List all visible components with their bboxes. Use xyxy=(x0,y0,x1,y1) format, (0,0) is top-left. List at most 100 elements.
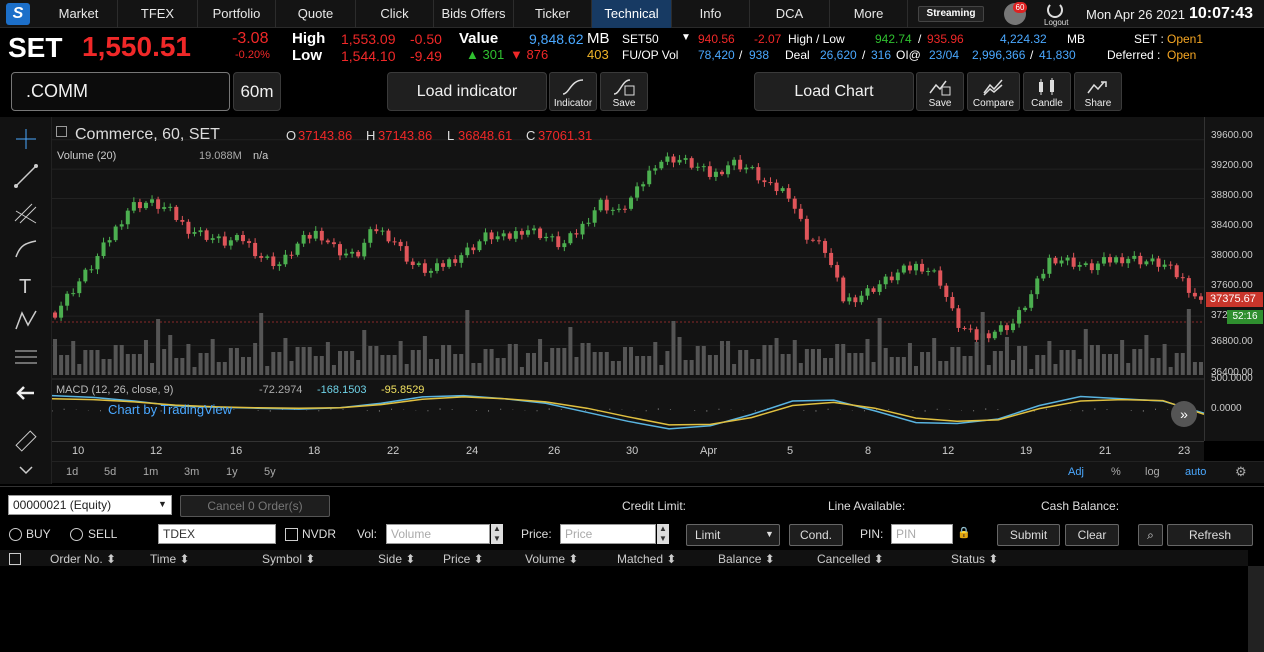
order-table-scrollbar[interactable] xyxy=(1248,566,1264,652)
col-time[interactable]: Time ⬍ xyxy=(150,552,190,566)
sell-label[interactable]: SELL xyxy=(88,527,117,541)
price-axis[interactable]: 39600.00 39200.00 38800.00 38400.00 3800… xyxy=(1204,117,1264,441)
volume-bar xyxy=(574,357,579,375)
ruler-icon[interactable] xyxy=(12,427,40,455)
tab-portfolio[interactable]: Portfolio xyxy=(198,0,276,28)
deal-label: Deal xyxy=(785,48,810,62)
scroll-right-icon[interactable]: » xyxy=(1171,401,1197,427)
volume-field[interactable]: Volume xyxy=(386,524,490,544)
sell-radio[interactable] xyxy=(70,528,83,541)
load-indicator-button[interactable]: Load indicator xyxy=(387,72,547,111)
indicator-button[interactable]: Indicator xyxy=(549,72,597,111)
pin-field[interactable]: PIN xyxy=(891,524,953,544)
tab-dca[interactable]: DCA xyxy=(750,0,830,28)
candle-body xyxy=(932,270,937,272)
pattern-icon[interactable] xyxy=(12,307,40,335)
chevron-down-icon[interactable]: ▼ xyxy=(765,529,774,539)
volume-stepper[interactable]: ▲ ▼ xyxy=(491,524,503,544)
refresh-button[interactable]: Refresh xyxy=(1167,524,1253,546)
volume-bar xyxy=(1162,344,1167,375)
range-5d[interactable]: 5d xyxy=(104,466,116,478)
tab-tfex[interactable]: TFEX xyxy=(118,0,198,28)
crosshair-icon[interactable] xyxy=(12,125,40,153)
buy-label[interactable]: BUY xyxy=(26,527,51,541)
gear-icon[interactable]: ⚙ xyxy=(1235,464,1247,480)
col-balance[interactable]: Balance ⬍ xyxy=(718,552,775,566)
power-icon[interactable] xyxy=(1047,2,1063,18)
price-stepper[interactable]: ▲ ▼ xyxy=(657,524,669,544)
col-side[interactable]: Side ⬍ xyxy=(378,552,415,566)
back-arrow-icon[interactable] xyxy=(12,379,40,407)
buy-radio[interactable] xyxy=(9,528,22,541)
adj-toggle[interactable]: Adj xyxy=(1068,466,1084,478)
search-icon[interactable]: ⌕ xyxy=(1138,524,1163,546)
tab-quote[interactable]: Quote xyxy=(276,0,356,28)
tab-ticker[interactable]: Ticker xyxy=(514,0,592,28)
chart-title[interactable]: Commerce, 60, SET xyxy=(75,126,220,144)
cond-button[interactable]: Cond. xyxy=(789,524,843,546)
macd-label[interactable]: MACD (12, 26, close, 9) xyxy=(56,384,173,396)
volume-label[interactable]: Volume (20) xyxy=(57,150,116,162)
brush-icon[interactable] xyxy=(12,235,40,263)
range-3m[interactable]: 3m xyxy=(184,466,199,478)
chevron-down-icon[interactable]: ▼ xyxy=(681,32,691,43)
app-logo-icon[interactable]: S xyxy=(6,3,30,25)
text-icon[interactable]: T xyxy=(12,271,40,299)
streaming-button[interactable]: Streaming xyxy=(918,6,984,22)
projection-icon[interactable] xyxy=(12,343,40,371)
col-order-no[interactable]: Order No. ⬍ xyxy=(50,552,116,566)
share-button[interactable]: Share xyxy=(1074,72,1122,111)
price-chart[interactable] xyxy=(51,117,1205,441)
tab-market[interactable]: Market xyxy=(40,0,118,28)
range-5y[interactable]: 5y xyxy=(264,466,276,478)
save-indicator-button[interactable]: Save xyxy=(600,72,648,111)
time-axis[interactable]: 10 12 16 18 22 24 26 30 Apr 5 8 12 19 21… xyxy=(52,441,1204,461)
tab-info[interactable]: Info xyxy=(672,0,750,28)
volume-bar xyxy=(835,344,840,375)
candle-button[interactable]: Candle xyxy=(1023,72,1071,111)
chart-pane[interactable]: Commerce, 60, SET O 37143.86 H 37143.86 … xyxy=(51,117,1205,441)
price-field[interactable]: Price xyxy=(560,524,656,544)
tab-technical[interactable]: Technical xyxy=(592,0,672,28)
tab-bids-offers[interactable]: Bids Offers xyxy=(434,0,514,28)
logout-label[interactable]: Logout xyxy=(1044,18,1068,27)
interval-button[interactable]: 60m xyxy=(233,72,281,111)
submit-button[interactable]: Submit xyxy=(997,524,1060,546)
tab-more[interactable]: More xyxy=(830,0,908,28)
nvdr-checkbox[interactable] xyxy=(285,528,298,541)
percent-toggle[interactable]: % xyxy=(1111,466,1121,478)
candle-body xyxy=(877,284,882,292)
symbol-input[interactable]: .COMM xyxy=(11,72,230,111)
col-volume[interactable]: Volume ⬍ xyxy=(525,552,578,566)
tab-click[interactable]: Click xyxy=(356,0,434,28)
auto-toggle[interactable]: auto xyxy=(1185,466,1206,478)
candle-body xyxy=(65,293,70,306)
select-all-checkbox[interactable] xyxy=(9,553,21,565)
clear-button[interactable]: Clear xyxy=(1065,524,1119,546)
collapse-legend-icon[interactable] xyxy=(56,126,67,137)
save-chart-button[interactable]: Save xyxy=(916,72,964,111)
cancel-orders-button[interactable]: Cancel 0 Order(s) xyxy=(180,495,330,517)
range-1m[interactable]: 1m xyxy=(143,466,158,478)
col-matched[interactable]: Matched ⬍ xyxy=(617,552,676,566)
col-symbol[interactable]: Symbol ⬍ xyxy=(262,552,315,566)
chevron-down-icon[interactable]: ▼ xyxy=(158,499,167,509)
symbol-field[interactable]: TDEX xyxy=(158,524,276,544)
account-select[interactable]: 00000021 (Equity) xyxy=(8,495,172,515)
col-cancelled[interactable]: Cancelled ⬍ xyxy=(817,552,884,566)
volume-bar xyxy=(701,346,706,375)
range-1y[interactable]: 1y xyxy=(226,466,238,478)
index-select[interactable]: SET50 xyxy=(622,32,659,46)
volume-bar xyxy=(877,318,882,375)
tradingview-credit[interactable]: Chart by TradingView xyxy=(108,402,232,417)
collapse-icon[interactable] xyxy=(12,461,40,489)
compare-button[interactable]: Compare xyxy=(967,72,1020,111)
col-status[interactable]: Status ⬍ xyxy=(951,552,998,566)
volume-bar xyxy=(719,341,724,375)
range-1d[interactable]: 1d xyxy=(66,466,78,478)
col-price[interactable]: Price ⬍ xyxy=(443,552,484,566)
load-chart-button[interactable]: Load Chart xyxy=(754,72,914,111)
trend-line-icon[interactable] xyxy=(12,162,40,190)
fib-icon[interactable] xyxy=(12,199,40,227)
log-toggle[interactable]: log xyxy=(1145,466,1160,478)
